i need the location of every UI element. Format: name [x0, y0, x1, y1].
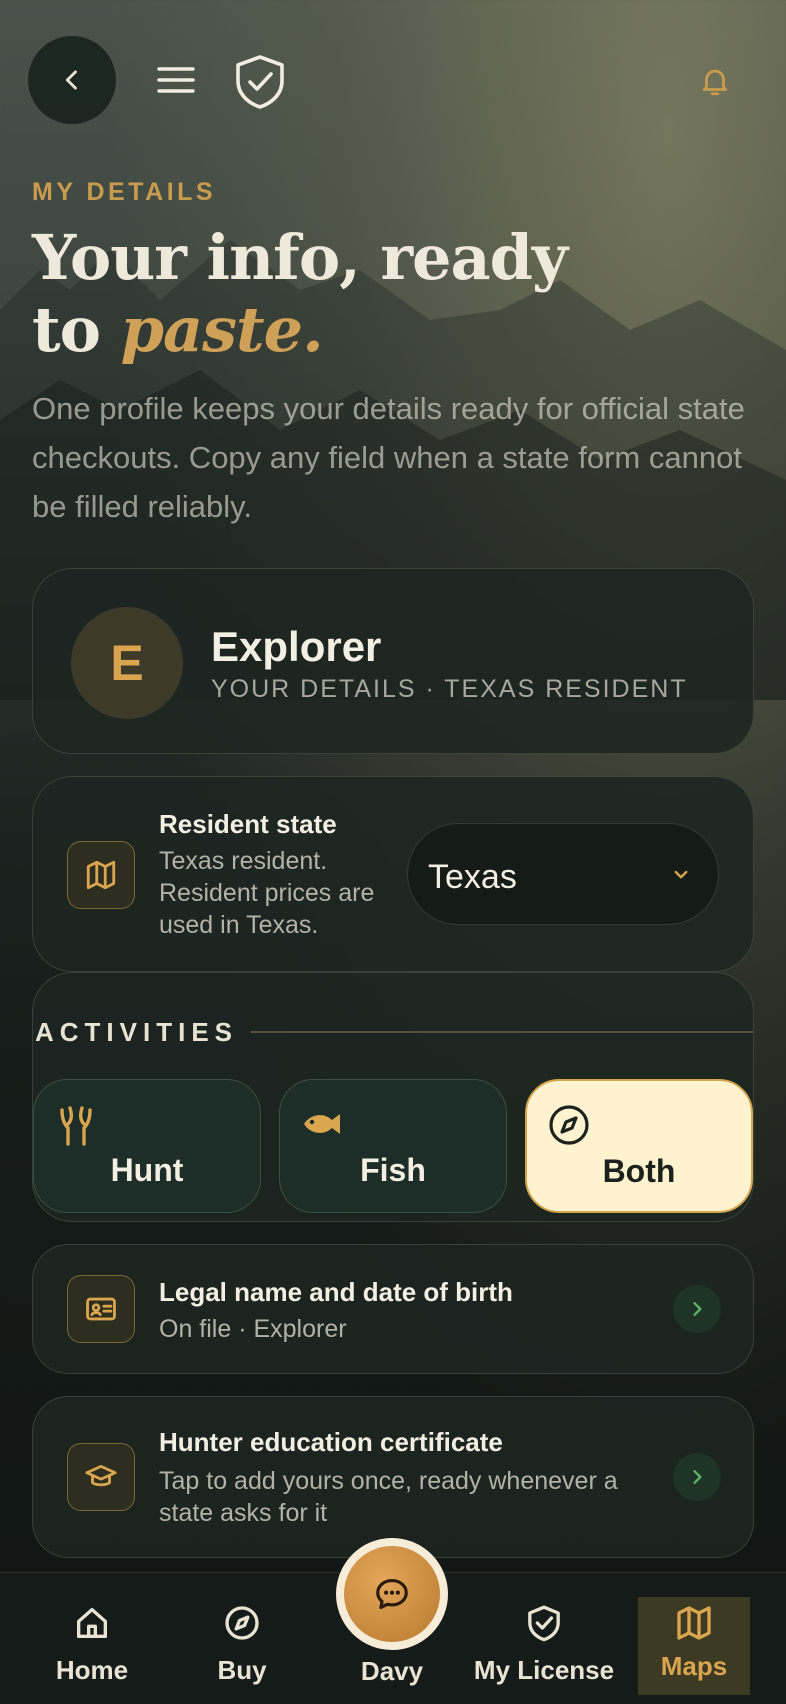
- back-button[interactable]: [28, 36, 116, 124]
- resident-state-card: Resident state Texas resident. Resident …: [32, 776, 754, 972]
- chevron-down-icon: [674, 870, 688, 879]
- map-icon: [86, 860, 116, 890]
- compass-icon: [225, 1606, 259, 1640]
- legal-name-icon-tile: [67, 1275, 135, 1343]
- nav-maps-label: Maps: [660, 1651, 728, 1681]
- hunter-education-description: Tap to add yours once, ready whenever a …: [159, 1467, 618, 1527]
- headline-plain: to: [32, 293, 101, 366]
- nav-home-label: Home: [55, 1655, 129, 1685]
- chat-icon: [376, 1578, 408, 1610]
- shield-check-icon: [528, 1605, 560, 1642]
- activity-hunt-label: Hunt: [110, 1152, 184, 1188]
- activity-both-button[interactable]: Both: [525, 1079, 753, 1213]
- activity-hunt-button[interactable]: Hunt: [33, 1079, 261, 1213]
- headline-line-2: to paste.: [32, 294, 567, 366]
- activity-both-label: Both: [602, 1153, 676, 1189]
- section-eyebrow: MY DETAILS: [32, 178, 217, 206]
- id-card-icon: [86, 1297, 116, 1321]
- davy-chat-button[interactable]: [336, 1538, 448, 1650]
- resident-description: Texas resident. Resident prices are used…: [159, 847, 375, 939]
- state-select-value: Texas: [428, 858, 517, 896]
- headline-accent: paste.: [120, 293, 324, 366]
- nav-my-license-label: My License: [473, 1655, 615, 1685]
- profile-subtitle: YOUR DETAILS · TEXAS RESIDENT: [211, 675, 688, 703]
- nav-davy-label: Davy: [360, 1656, 424, 1686]
- menu-button[interactable]: [152, 60, 200, 100]
- legal-name-description: On file · Explorer: [159, 1315, 347, 1343]
- legal-name-chevron[interactable]: [673, 1285, 721, 1333]
- state-select[interactable]: Texas: [407, 823, 719, 925]
- nav-home[interactable]: Home: [40, 1573, 144, 1704]
- nav-buy-label: Buy: [217, 1655, 267, 1685]
- activity-fish-button[interactable]: Fish: [279, 1079, 507, 1213]
- chevron-right-icon: [693, 1302, 702, 1316]
- resident-icon-tile: [67, 841, 135, 909]
- page-headline: Your info, ready to paste.: [32, 221, 568, 366]
- map-icon: [677, 1606, 711, 1640]
- nav-maps[interactable]: Maps: [638, 1597, 750, 1695]
- profile-name: Explorer: [211, 623, 382, 670]
- hunter-education-title: Hunter education certificate: [159, 1427, 503, 1457]
- activities-divider: [251, 1031, 753, 1033]
- hunter-education-icon-tile: [67, 1443, 135, 1511]
- compass-icon: [549, 1105, 589, 1145]
- activities-label: ACTIVITIES: [35, 1017, 239, 1047]
- profile-card: E Explorer YOUR DETAILS · TEXAS RESIDENT: [32, 568, 754, 754]
- intro-text: One profile keeps your details ready for…: [32, 391, 745, 524]
- hamburger-menu-icon: [157, 67, 195, 93]
- home-icon: [77, 1608, 108, 1638]
- hunter-education-chevron[interactable]: [673, 1453, 721, 1501]
- fish-icon: [304, 1114, 340, 1134]
- shield-check-icon: [236, 55, 284, 109]
- activities-card: ACTIVITIES Hunt Fish Both: [32, 972, 754, 1222]
- headline-line-1: Your info, ready: [32, 221, 568, 294]
- hunter-education-row[interactable]: Hunter education certificate Tap to add …: [32, 1396, 754, 1558]
- avatar: E: [71, 607, 183, 719]
- legal-name-row[interactable]: Legal name and date of birth On file · E…: [32, 1244, 754, 1374]
- antler-icon: [60, 1106, 92, 1146]
- resident-title: Resident state: [159, 809, 337, 839]
- legal-name-title: Legal name and date of birth: [159, 1277, 513, 1307]
- top-bar: [0, 0, 786, 160]
- activity-fish-label: Fish: [360, 1152, 426, 1188]
- bell-icon[interactable]: [698, 64, 732, 98]
- nav-my-license[interactable]: My License: [466, 1573, 622, 1704]
- chevron-right-icon: [693, 1470, 702, 1484]
- nav-buy[interactable]: Buy: [192, 1573, 292, 1704]
- chevron-left-icon: [65, 70, 77, 90]
- graduation-cap-icon: [85, 1464, 117, 1487]
